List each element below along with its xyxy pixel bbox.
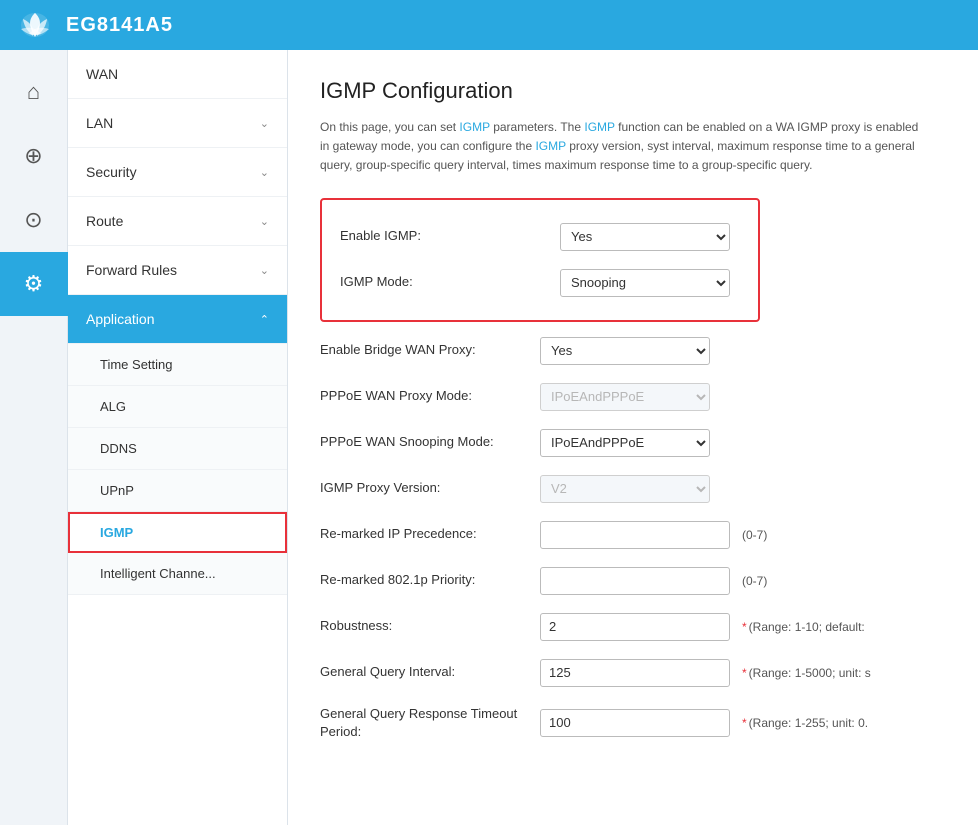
form-row-enable-igmp: Enable IGMP: Yes No [340,214,740,260]
igmp-proxy-version-control: V2 V3 [540,475,710,503]
form-row-general-query-response: General Query Response Timeout Period: (… [320,696,946,750]
huawei-logo [16,9,54,41]
remarked-ip-input[interactable] [540,521,730,549]
general-query-interval-control: (Range: 1-5000; unit: s [540,659,871,687]
chevron-down-icon: ⌄ [260,264,269,277]
general-query-interval-input[interactable] [540,659,730,687]
header: EG8141A5 [0,0,978,50]
nav-icon-home[interactable]: ⌂ [0,60,68,124]
nav-icon-clock[interactable]: ⊙ [0,188,68,252]
general-query-response-input[interactable] [540,709,730,737]
pppoe-proxy-mode-control: IPoEAndPPPoE PPPoE IPoE [540,383,710,411]
sidebar: WAN LAN ⌄ Security ⌄ Route ⌄ Forward Rul… [68,50,288,825]
sidebar-sub-item-time-setting[interactable]: Time Setting [68,344,287,386]
pppoe-proxy-mode-label: PPPoE WAN Proxy Mode: [320,387,540,405]
sidebar-item-security-label: Security [86,164,137,180]
enable-igmp-select[interactable]: Yes No [560,223,730,251]
sidebar-sub-item-alg[interactable]: ALG [68,386,287,428]
chevron-down-icon: ⌄ [260,166,269,179]
enable-igmp-control: Yes No [560,223,730,251]
icon-strip: ⌂ ⊕ ⊙ ⚙ [0,50,68,825]
nav-icon-plus[interactable]: ⊕ [0,124,68,188]
igmp-proxy-version-label: IGMP Proxy Version: [320,479,540,497]
form-row-pppoe-snooping-mode: PPPoE WAN Snooping Mode: IPoEAndPPPoE PP… [320,420,946,466]
pppoe-snooping-mode-select[interactable]: IPoEAndPPPoE PPPoE IPoE [540,429,710,457]
chevron-down-icon: ⌄ [260,215,269,228]
sidebar-item-lan[interactable]: LAN ⌄ [68,99,287,148]
sidebar-sub-item-intelligent-channel[interactable]: Intelligent Channe... [68,553,287,595]
igmp-link2: IGMP [584,120,614,134]
main-layout: ⌂ ⊕ ⊙ ⚙ WAN LAN ⌄ Security ⌄ Route ⌄ For… [0,50,978,825]
page-description: On this page, you can set IGMP parameter… [320,118,920,176]
bridge-wan-proxy-control: Yes No [540,337,710,365]
remarked-ip-label: Re-marked IP Precedence: [320,525,540,543]
remarked-8021p-control: (0-7) [540,567,767,595]
remarked-8021p-input[interactable] [540,567,730,595]
form-row-robustness: Robustness: (Range: 1-10; default: [320,604,946,650]
bridge-wan-proxy-select[interactable]: Yes No [540,337,710,365]
bridge-wan-proxy-label: Enable Bridge WAN Proxy: [320,341,540,359]
remarked-8021p-hint: (0-7) [742,574,767,588]
remarked-ip-hint: (0-7) [742,528,767,542]
form-row-pppoe-proxy-mode: PPPoE WAN Proxy Mode: IPoEAndPPPoE PPPoE… [320,374,946,420]
chevron-up-icon: ⌃ [260,313,269,326]
general-query-response-control: (Range: 1-255; unit: 0. [540,709,868,737]
chevron-down-icon: ⌄ [260,117,269,130]
pppoe-snooping-mode-label: PPPoE WAN Snooping Mode: [320,433,540,451]
sidebar-item-forward-rules-label: Forward Rules [86,262,177,278]
pppoe-snooping-mode-control: IPoEAndPPPoE PPPoE IPoE [540,429,710,457]
form-row-igmp-proxy-version: IGMP Proxy Version: V2 V3 [320,466,946,512]
sidebar-sub-item-ddns[interactable]: DDNS [68,428,287,470]
sidebar-item-wan-label: WAN [86,66,118,82]
pppoe-proxy-mode-select[interactable]: IPoEAndPPPoE PPPoE IPoE [540,383,710,411]
sidebar-item-wan[interactable]: WAN [68,50,287,99]
general-query-response-label: General Query Response Timeout Period: [320,705,540,741]
igmp-highlighted-section: Enable IGMP: Yes No IGMP Mode: Snooping … [320,198,760,322]
igmp-link3: IGMP [535,139,565,153]
app-title: EG8141A5 [66,14,173,37]
enable-igmp-label: Enable IGMP: [340,227,560,245]
robustness-hint: (Range: 1-10; default: [742,620,865,634]
sidebar-item-route[interactable]: Route ⌄ [68,197,287,246]
sidebar-item-lan-label: LAN [86,115,113,131]
main-content: IGMP Configuration On this page, you can… [288,50,978,825]
sidebar-item-security[interactable]: Security ⌄ [68,148,287,197]
page-title: IGMP Configuration [320,78,946,104]
general-query-interval-hint: (Range: 1-5000; unit: s [742,666,871,680]
sidebar-item-forward-rules[interactable]: Forward Rules ⌄ [68,246,287,295]
igmp-mode-select[interactable]: Snooping Proxy None [560,269,730,297]
general-query-interval-label: General Query Interval: [320,663,540,681]
sidebar-sub-item-upnp[interactable]: UPnP [68,470,287,512]
remarked-ip-control: (0-7) [540,521,767,549]
sidebar-item-application[interactable]: Application ⌃ [68,295,287,344]
form-row-bridge-wan-proxy: Enable Bridge WAN Proxy: Yes No [320,328,946,374]
nav-icon-gear[interactable]: ⚙ [0,252,68,316]
igmp-mode-label: IGMP Mode: [340,273,560,291]
form-row-remarked-8021p: Re-marked 802.1p Priority: (0-7) [320,558,946,604]
remarked-8021p-label: Re-marked 802.1p Priority: [320,571,540,589]
form-row-igmp-mode: IGMP Mode: Snooping Proxy None [340,260,740,306]
robustness-control: (Range: 1-10; default: [540,613,865,641]
sidebar-item-application-label: Application [86,311,155,327]
igmp-mode-control: Snooping Proxy None [560,269,730,297]
sidebar-item-route-label: Route [86,213,123,229]
igmp-proxy-version-select[interactable]: V2 V3 [540,475,710,503]
robustness-input[interactable] [540,613,730,641]
robustness-label: Robustness: [320,617,540,635]
general-query-response-hint: (Range: 1-255; unit: 0. [742,716,868,730]
igmp-link: IGMP [459,120,489,134]
sidebar-sub-item-igmp[interactable]: IGMP [68,512,287,553]
form-row-remarked-ip: Re-marked IP Precedence: (0-7) [320,512,946,558]
form-row-general-query-interval: General Query Interval: (Range: 1-5000; … [320,650,946,696]
